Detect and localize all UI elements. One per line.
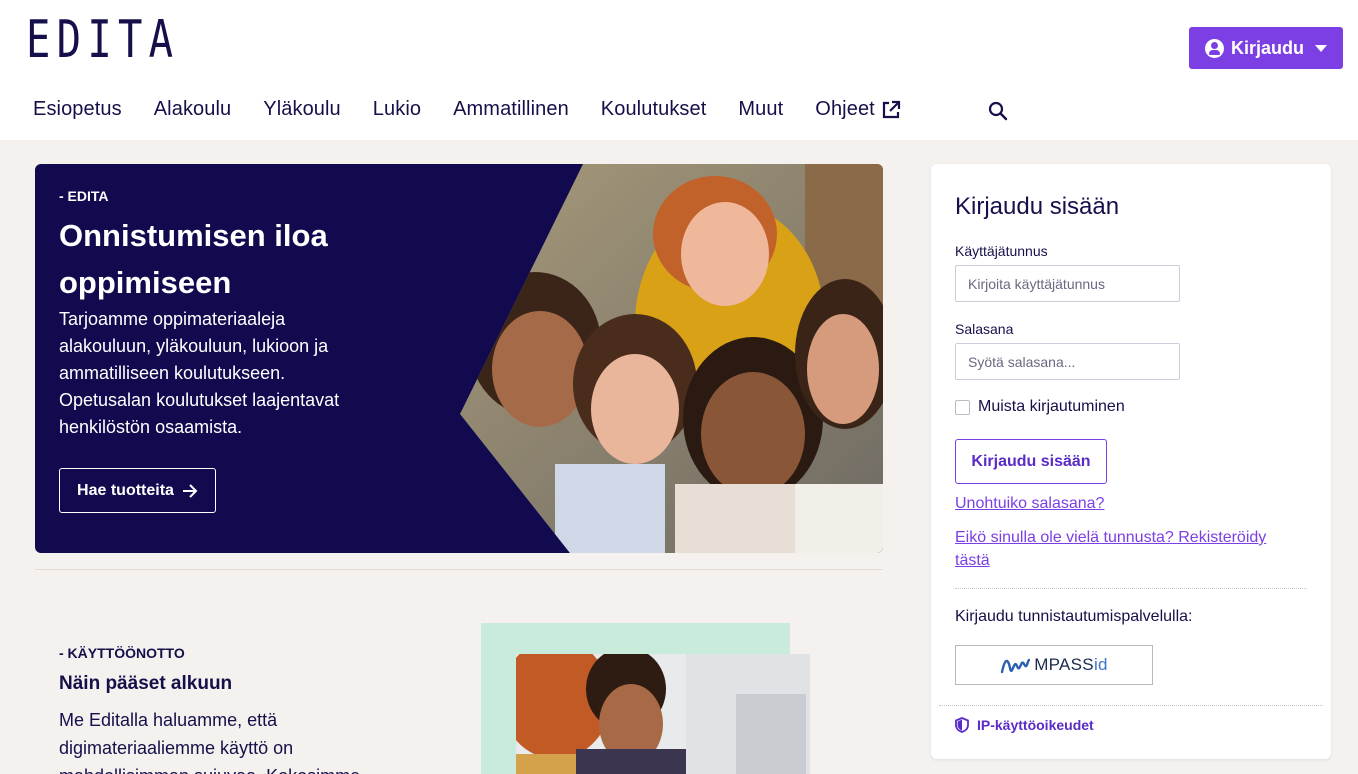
search-products-button[interactable]: Hae tuotteita (59, 468, 216, 513)
search-icon[interactable] (988, 101, 1008, 121)
register-link[interactable]: Eikö sinulla ole vielä tunnusta? Rekiste… (955, 526, 1300, 572)
students-classroom-photo (516, 654, 810, 774)
login-submit-button[interactable]: Kirjaudu sisään (955, 439, 1107, 484)
card-divider (955, 588, 1307, 589)
hero-kicker: - EDITA (59, 188, 109, 204)
ip-rights-label: IP-käyttöoikeudet (977, 717, 1094, 733)
intro-kicker: - KÄYTTÖÖNOTTO (59, 645, 185, 661)
login-title: Kirjaudu sisään (955, 193, 1120, 220)
mpassid-login-button[interactable]: MPASSid (955, 645, 1153, 685)
hero-banner: - EDITA Onnistumisen iloa oppimiseen Tar… (35, 164, 883, 553)
intro-text: Me Editalla haluamme, että digimateriaal… (59, 710, 360, 774)
nav-item-ohjeet[interactable]: Ohjeet (815, 98, 901, 121)
login-menu-label: Kirjaudu (1230, 37, 1304, 58)
username-label: Käyttäjätunnus (955, 243, 1048, 259)
identity-provider-label: Kirjaudu tunnistautumispalvelulla: (955, 608, 1193, 625)
shield-icon (955, 717, 969, 733)
nav-item-ohjeet-label: Ohjeet (815, 98, 875, 120)
intro-title: Näin pääset alkuun (59, 673, 233, 694)
nav-item-ammatillinen[interactable]: Ammatillinen (453, 98, 569, 121)
hero-title: Onnistumisen iloa oppimiseen (59, 218, 328, 300)
ip-rights-link[interactable]: IP-käyttöoikeudet (955, 717, 1094, 733)
section-divider (35, 569, 883, 570)
login-menu-button[interactable]: Kirjaudu (1189, 27, 1343, 69)
search-products-label: Hae tuotteita (77, 481, 174, 499)
remember-login-checkbox[interactable] (955, 399, 970, 415)
nav-item-muut[interactable]: Muut (738, 98, 783, 121)
caret-down-icon (1315, 44, 1327, 52)
nav-item-ylakoulu[interactable]: Yläkoulu (263, 98, 341, 121)
nav-item-alakoulu[interactable]: Alakoulu (154, 98, 232, 121)
nav-item-lukio[interactable]: Lukio (373, 98, 421, 121)
nav-item-koulutukset[interactable]: Koulutukset (601, 98, 707, 121)
mpass-logo-icon (1000, 658, 1031, 674)
external-link-icon (882, 100, 900, 118)
password-label: Salasana (955, 321, 1014, 337)
password-input[interactable] (955, 343, 1180, 380)
nav-item-esiopetus[interactable]: Esiopetus (33, 98, 122, 121)
card-divider-bottom (939, 705, 1323, 706)
main-nav: Esiopetus Alakoulu Yläkoulu Lukio Ammati… (33, 98, 933, 121)
site-header: EDITA Kirjaudu Esiopetus Alakoulu Yläkou… (0, 0, 1358, 140)
login-card: Kirjaudu sisään Käyttäjätunnus Salasana … (931, 164, 1331, 759)
forgot-password-link[interactable]: Unohtuiko salasana? (955, 492, 1104, 515)
mpass-label: MPASSid (1034, 655, 1108, 674)
remember-login-row: Muista kirjautuminen (955, 398, 1125, 416)
user-circle-icon (1204, 38, 1224, 58)
hero-description: Tarjoamme oppimateriaaleja alakouluun, y… (59, 309, 340, 437)
username-input[interactable] (955, 265, 1180, 302)
remember-login-label: Muista kirjautuminen (978, 398, 1125, 415)
arrow-right-icon (182, 483, 198, 498)
edita-logo[interactable]: EDITA (26, 12, 179, 68)
